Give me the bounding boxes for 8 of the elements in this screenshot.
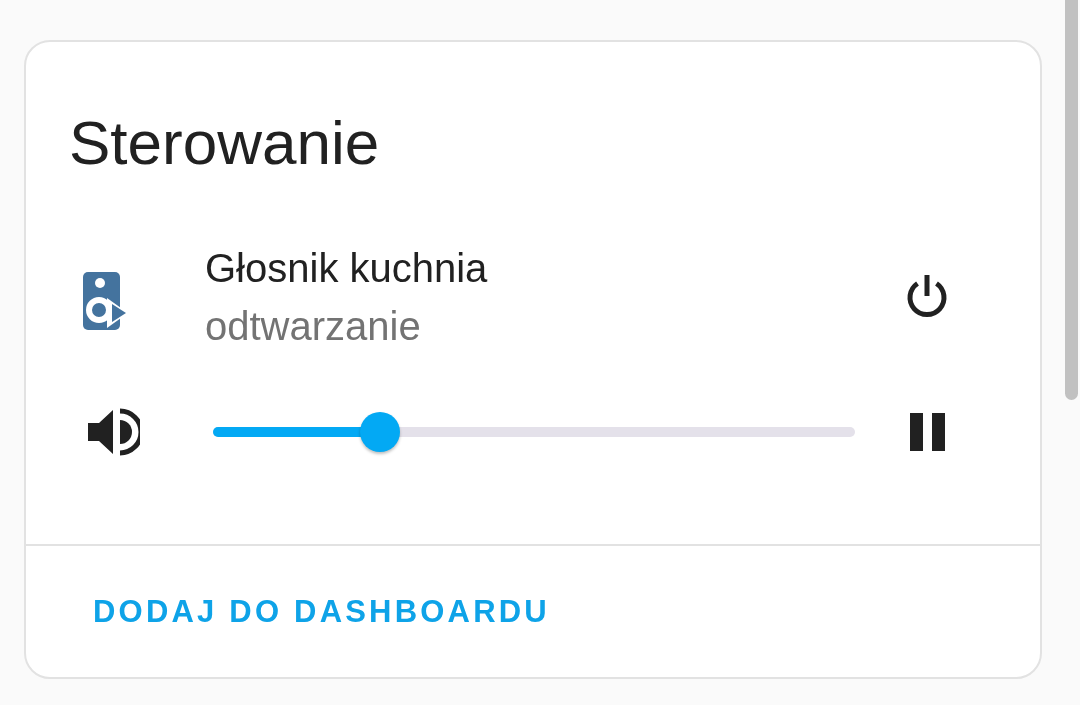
volume-slider-thumb[interactable] [359, 412, 400, 452]
speaker-play-icon [80, 272, 128, 330]
card-title: Sterowanie [69, 107, 380, 179]
device-name: Głosnik kuchnia [205, 245, 488, 292]
device-state: odtwarzanie [205, 303, 421, 350]
add-to-dashboard-button[interactable]: DODAJ DO DASHBOARDU [69, 579, 574, 644]
scrollbar-thumb[interactable] [1065, 0, 1078, 400]
volume-icon[interactable] [88, 408, 140, 456]
